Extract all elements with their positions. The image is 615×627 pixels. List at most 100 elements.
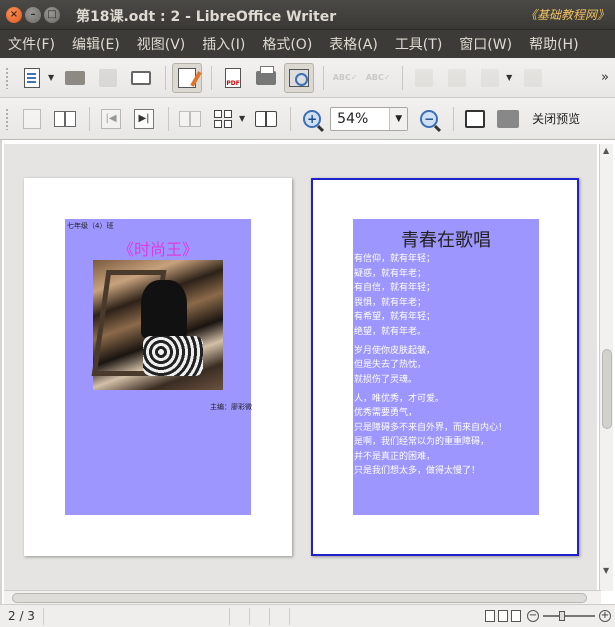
cut-button[interactable]: [409, 63, 439, 93]
scroll-down-arrow-icon[interactable]: ▼: [603, 566, 609, 575]
copy-button[interactable]: [442, 63, 472, 93]
last-page-icon: ▶|: [134, 108, 154, 129]
two-pages-button[interactable]: [175, 104, 205, 134]
autospellcheck-button[interactable]: ABC✓: [363, 63, 393, 93]
zoom-slider[interactable]: − +: [527, 610, 611, 622]
first-page-button[interactable]: |◀: [96, 104, 126, 134]
previous-page-button[interactable]: [17, 104, 47, 134]
menu-tools[interactable]: 工具(T): [395, 34, 442, 54]
editor-credit: 主编：廖彩微: [210, 403, 252, 411]
zoom-slider-track[interactable]: [543, 611, 595, 621]
person-figure: [141, 280, 187, 338]
menu-table[interactable]: 表格(A): [329, 34, 378, 54]
clone-format-button[interactable]: [518, 63, 548, 93]
last-page-button[interactable]: ▶|: [129, 104, 159, 134]
email-button[interactable]: [126, 63, 156, 93]
spellcheck-button[interactable]: ABC✓: [330, 63, 360, 93]
toolbar-separator: [323, 65, 325, 90]
zoom-combobox[interactable]: 54% ▼: [330, 106, 409, 131]
zoom-slider-knob[interactable]: [559, 611, 565, 621]
zoom-in-button[interactable]: +: [297, 104, 327, 134]
poem-line: 有信仰，就有年轻；: [354, 254, 436, 264]
book-preview-button[interactable]: [251, 104, 281, 134]
window-title: 第18课.odt : 2 - LibreOffice Writer: [76, 9, 337, 25]
previous-page-icon: [23, 108, 41, 129]
menu-edit[interactable]: 编辑(E): [72, 34, 120, 54]
minimize-window-button[interactable]: –: [25, 7, 41, 23]
paste-dropdown-arrow[interactable]: ▼: [506, 73, 512, 82]
new-document-button[interactable]: [17, 63, 47, 93]
poem-line: 只是我们想太多，做得太慢了！: [354, 466, 481, 476]
menu-file[interactable]: 文件(F): [8, 34, 55, 54]
open-button[interactable]: [60, 63, 90, 93]
edit-pencil-icon: [178, 67, 197, 88]
close-preview-button[interactable]: 关闭预览: [532, 110, 580, 127]
toolbar-grip[interactable]: [5, 66, 9, 89]
print-preview-icon: [289, 68, 310, 87]
vertical-scrollbar[interactable]: ▲ ▼: [599, 144, 613, 591]
cover-photo: [91, 260, 223, 390]
status-cell: [230, 607, 250, 625]
poem-line: 就损伤了灵魂。: [354, 374, 418, 385]
print-preview-button[interactable]: [284, 62, 315, 93]
zoom-in-small-icon[interactable]: +: [599, 610, 611, 622]
maximize-window-button[interactable]: □: [44, 7, 60, 23]
next-page-icon: [54, 110, 76, 127]
full-screen-button[interactable]: [460, 104, 490, 134]
toolbar-separator: [402, 65, 404, 90]
close-window-button[interactable]: ×: [6, 7, 22, 23]
single-page-view-icon[interactable]: [485, 610, 495, 622]
horizontal-scroll-thumb[interactable]: [12, 593, 587, 603]
multiple-pages-icon: [214, 109, 232, 128]
poem-line: 畏惧，就有年老；: [354, 297, 427, 308]
menu-bar: 文件(F) 编辑(E) 视图(V) 插入(I) 格式(O) 表格(A) 工具(T…: [0, 30, 615, 58]
edit-mode-button[interactable]: [172, 62, 203, 93]
export-pdf-button[interactable]: PDF: [218, 63, 248, 93]
next-page-button[interactable]: [50, 104, 80, 134]
paintbrush-icon: [524, 68, 543, 87]
print-button[interactable]: [251, 63, 281, 93]
horizontal-scrollbar[interactable]: [4, 590, 601, 604]
zoom-dropdown-arrow[interactable]: ▼: [389, 107, 408, 130]
poem-line: 人，唯优秀，才可爱。: [354, 393, 445, 404]
preview-page-2[interactable]: 青春在歌唱 有信仰，就有年轻； 疑惑，就有年老； 有自信，就有年轻； 畏惧，就有…: [311, 178, 579, 556]
menu-view[interactable]: 视图(V): [137, 34, 186, 54]
menu-help[interactable]: 帮助(H): [529, 34, 578, 54]
toolbar-separator: [168, 106, 169, 131]
menu-window[interactable]: 窗口(W): [459, 34, 512, 54]
multiple-pages-dropdown-arrow[interactable]: ▼: [239, 114, 245, 123]
zoom-out-button[interactable]: −: [414, 104, 444, 134]
menu-format[interactable]: 格式(O): [262, 34, 312, 54]
magazine-title: 《时尚王》: [117, 240, 198, 259]
multi-page-view-icon[interactable]: [498, 610, 508, 622]
poem-line: 只是障碍多不来自外界，而来自内心！: [354, 422, 508, 433]
patterned-pants: [143, 336, 203, 376]
print-options-button[interactable]: [493, 104, 523, 134]
zoom-out-small-icon[interactable]: −: [527, 610, 539, 622]
pdf-icon: PDF: [225, 67, 242, 88]
save-button[interactable]: [93, 63, 123, 93]
vertical-scroll-thumb[interactable]: [602, 349, 612, 429]
toolbar-separator: [89, 106, 90, 131]
digital-signature-icon[interactable]: [270, 607, 290, 625]
scroll-up-arrow-icon[interactable]: ▲: [603, 146, 609, 155]
poem-line: 并不是真正的困难，: [354, 451, 436, 462]
page-indicator[interactable]: 2 / 3: [0, 607, 44, 625]
toolbar-grip[interactable]: [5, 107, 9, 130]
multiple-pages-button[interactable]: [208, 104, 238, 134]
menu-insert[interactable]: 插入(I): [202, 34, 245, 54]
toolbar-separator: [290, 106, 292, 131]
print-preview-toolbar: |◀ ▶| ▼ + 54% ▼ − 关闭预览: [0, 98, 615, 140]
toolbar-overflow-button[interactable]: »: [601, 70, 609, 85]
view-layout-buttons: [485, 610, 527, 622]
title-bar: × – □ 第18课.odt : 2 - LibreOffice Writer …: [0, 0, 615, 30]
paste-button[interactable]: [475, 63, 505, 93]
scissors-icon: [415, 68, 434, 87]
book-view-icon[interactable]: [511, 610, 521, 622]
zoom-value: 54%: [337, 110, 369, 127]
autospellcheck-icon: ABC✓: [365, 73, 391, 82]
preview-page-1[interactable]: 七年级（4）班 《时尚王》 主编：廖彩微: [24, 178, 292, 556]
new-dropdown-arrow[interactable]: ▼: [48, 73, 54, 82]
status-bar: 2 / 3 − +: [0, 604, 615, 627]
first-page-icon: |◀: [101, 108, 121, 129]
